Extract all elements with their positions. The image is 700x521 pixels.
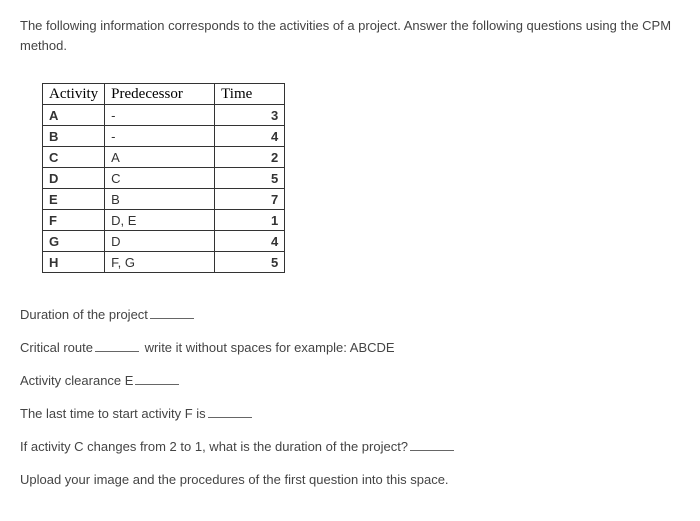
q2-before: Critical route bbox=[20, 340, 93, 355]
table-header-row: Activity Predecessor Time bbox=[43, 84, 285, 105]
cell-time: 3 bbox=[215, 105, 285, 126]
blank-input bbox=[410, 439, 454, 451]
question-last-start: The last time to start activity F is bbox=[20, 406, 680, 421]
question-c-change: If activity C changes from 2 to 1, what … bbox=[20, 439, 680, 454]
table-row: CA2 bbox=[43, 147, 285, 168]
question-duration: Duration of the project bbox=[20, 307, 680, 322]
cell-activity: A bbox=[43, 105, 105, 126]
cell-time: 1 bbox=[215, 210, 285, 231]
table-row: HF, G5 bbox=[43, 252, 285, 273]
blank-input bbox=[150, 307, 194, 319]
header-activity: Activity bbox=[43, 84, 105, 105]
cell-activity: F bbox=[43, 210, 105, 231]
cell-predecessor: - bbox=[105, 105, 215, 126]
cell-time: 4 bbox=[215, 231, 285, 252]
question-upload: Upload your image and the procedures of … bbox=[20, 472, 680, 487]
blank-input bbox=[95, 340, 139, 352]
cell-time: 7 bbox=[215, 189, 285, 210]
header-time: Time bbox=[215, 84, 285, 105]
cell-predecessor: D bbox=[105, 231, 215, 252]
cell-predecessor: B bbox=[105, 189, 215, 210]
header-predecessor: Predecessor bbox=[105, 84, 215, 105]
blank-input bbox=[135, 373, 179, 385]
cell-predecessor: A bbox=[105, 147, 215, 168]
cell-activity: D bbox=[43, 168, 105, 189]
q5-text: If activity C changes from 2 to 1, what … bbox=[20, 439, 408, 454]
cell-activity: C bbox=[43, 147, 105, 168]
q4-text: The last time to start activity F is bbox=[20, 406, 206, 421]
question-critical-route: Critical route write it without spaces f… bbox=[20, 340, 680, 355]
table-row: A-3 bbox=[43, 105, 285, 126]
table-row: GD4 bbox=[43, 231, 285, 252]
cell-activity: E bbox=[43, 189, 105, 210]
q2-after: write it without spaces for example: ABC… bbox=[145, 340, 395, 355]
table-row: DC5 bbox=[43, 168, 285, 189]
cell-activity: B bbox=[43, 126, 105, 147]
table-row: EB7 bbox=[43, 189, 285, 210]
q1-text: Duration of the project bbox=[20, 307, 148, 322]
question-clearance: Activity clearance E bbox=[20, 373, 680, 388]
table-row: FD, E1 bbox=[43, 210, 285, 231]
cell-predecessor: F, G bbox=[105, 252, 215, 273]
q3-text: Activity clearance E bbox=[20, 373, 133, 388]
cell-predecessor: C bbox=[105, 168, 215, 189]
cell-time: 2 bbox=[215, 147, 285, 168]
cell-predecessor: D, E bbox=[105, 210, 215, 231]
cell-activity: G bbox=[43, 231, 105, 252]
activity-table: Activity Predecessor Time A-3B-4CA2DC5EB… bbox=[42, 83, 285, 273]
table-row: B-4 bbox=[43, 126, 285, 147]
cell-activity: H bbox=[43, 252, 105, 273]
cell-predecessor: - bbox=[105, 126, 215, 147]
cell-time: 5 bbox=[215, 168, 285, 189]
cell-time: 4 bbox=[215, 126, 285, 147]
intro-text: The following information corresponds to… bbox=[20, 16, 680, 55]
blank-input bbox=[208, 406, 252, 418]
cell-time: 5 bbox=[215, 252, 285, 273]
